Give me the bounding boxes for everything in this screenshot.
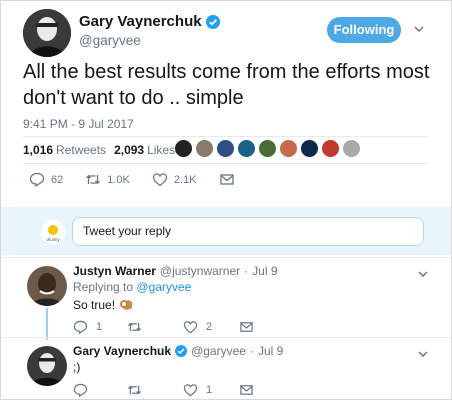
like-count: 2.1K	[173, 173, 197, 186]
reply-author-name[interactable]: Gary Vaynerchuk	[73, 344, 171, 358]
liker-avatar[interactable]	[279, 139, 298, 158]
reply-text: ;)	[73, 360, 81, 374]
message-action[interactable]	[239, 320, 254, 334]
reply-count: 1	[96, 321, 103, 333]
retweet-icon	[86, 174, 101, 185]
thread-connector	[46, 308, 48, 340]
like-count: 2	[206, 321, 213, 333]
liker-avatar[interactable]	[321, 139, 340, 158]
reply-author-avatar[interactable]	[27, 266, 67, 306]
retweets-count: 1,016	[23, 143, 54, 157]
like-action[interactable]: 2	[183, 320, 239, 334]
reply-tweet[interactable]: Justyn Warner @justynwarner · Jul 9 Repl…	[1, 257, 451, 340]
liker-avatar[interactable]	[174, 139, 193, 158]
heart-icon	[183, 321, 198, 334]
reply-icon	[29, 172, 45, 187]
heart-icon	[183, 384, 198, 397]
liker-avatar[interactable]	[195, 139, 214, 158]
envelope-icon	[240, 322, 253, 332]
liker-avatar[interactable]	[258, 139, 277, 158]
reply-date[interactable]: Jul 9	[252, 264, 277, 278]
reply-separator: ·	[249, 344, 254, 358]
retweet-icon	[127, 385, 142, 395]
reply-header: Gary Vaynerchuk @garyvee · Jul 9	[73, 344, 283, 358]
tweet-stats: 1,016 Retweets 2,093 Likes	[23, 140, 183, 160]
replying-to-prefix: Replying to	[73, 280, 134, 294]
heart-icon	[152, 173, 168, 187]
like-action[interactable]: 2.1K	[152, 172, 197, 187]
replying-to-link[interactable]: @garyvee	[136, 280, 191, 294]
reply-text-row: So true!	[73, 298, 133, 312]
reply-input[interactable]: Tweet your reply	[72, 217, 424, 246]
retweet-action[interactable]: 1.0K	[85, 172, 130, 187]
tweet-actions: 62 1.0K 2.1K	[29, 172, 257, 187]
ok-hand-emoji-icon	[120, 300, 132, 310]
reply-tweet[interactable]: Gary Vaynerchuk @garyvee · Jul 9 ;) 1	[1, 337, 451, 400]
reply-author-handle[interactable]: @garyvee	[191, 344, 246, 358]
reply-text-row: ;)	[73, 360, 80, 374]
reply-author-avatar[interactable]	[27, 346, 67, 386]
reply-action[interactable]: 1	[73, 320, 127, 334]
chevron-down-icon[interactable]	[413, 23, 425, 35]
replying-to: Replying to @garyvee	[73, 280, 191, 294]
tweet-timestamp[interactable]: 9:41 PM - 9 Jul 2017	[23, 117, 134, 131]
divider	[23, 136, 429, 137]
reply-header: Justyn Warner @justynwarner · Jul 9	[73, 264, 278, 278]
verified-badge-icon	[175, 345, 188, 357]
like-action[interactable]: 1	[183, 383, 239, 397]
retweets-label: Retweets	[56, 143, 107, 157]
likes-stat[interactable]: 2,093 Likes	[114, 143, 175, 157]
retweet-action[interactable]	[127, 320, 183, 334]
retweet-count: 1.0K	[107, 173, 130, 186]
current-user-avatar-text: drunity	[46, 237, 60, 242]
reply-author-handle[interactable]: @justynwarner	[160, 264, 240, 278]
reply-separator: ·	[244, 264, 249, 278]
reply-actions: 1	[73, 383, 254, 397]
retweet-action[interactable]	[127, 383, 183, 397]
liker-avatar[interactable]	[342, 139, 361, 158]
reply-action[interactable]	[73, 383, 127, 397]
liker-avatar[interactable]	[216, 139, 235, 158]
envelope-icon	[219, 174, 234, 185]
liker-avatar[interactable]	[300, 139, 319, 158]
likes-count: 2,093	[114, 143, 145, 157]
chevron-down-icon[interactable]	[417, 268, 429, 280]
tweet-text: All the best results come from the effor…	[23, 61, 430, 109]
author-name-row[interactable]: Gary Vaynerchuk	[79, 13, 220, 30]
reply-icon	[73, 320, 88, 334]
liker-avatar[interactable]	[237, 139, 256, 158]
reply-actions: 1 2	[73, 320, 254, 334]
current-user-avatar[interactable]: drunity	[41, 220, 65, 244]
reply-composer: drunity Tweet your reply	[1, 207, 451, 255]
reply-action[interactable]: 62	[29, 172, 63, 187]
reply-author-name[interactable]: Justyn Warner	[73, 264, 156, 278]
likers-avatars	[174, 139, 361, 158]
likes-label: Likes	[147, 143, 176, 157]
author-handle[interactable]: @garyvee	[79, 33, 220, 48]
chevron-down-icon[interactable]	[417, 348, 429, 360]
reply-text: So true!	[73, 298, 116, 312]
divider	[23, 163, 429, 164]
author-block: Gary Vaynerchuk @garyvee	[79, 13, 220, 48]
retweets-stat[interactable]: 1,016 Retweets	[23, 143, 106, 157]
reply-count: 62	[51, 173, 64, 186]
reply-icon	[73, 383, 88, 397]
message-action[interactable]	[239, 383, 254, 397]
author-avatar[interactable]	[23, 9, 71, 57]
verified-badge-icon	[205, 14, 220, 29]
tweet-header: Gary Vaynerchuk @garyvee Following	[1, 1, 451, 57]
like-count: 1	[206, 384, 213, 396]
message-action[interactable]	[219, 172, 235, 187]
retweet-icon	[127, 322, 142, 332]
following-button[interactable]: Following	[327, 17, 401, 43]
author-name[interactable]: Gary Vaynerchuk	[79, 13, 202, 30]
reply-date[interactable]: Jul 9	[258, 344, 283, 358]
envelope-icon	[240, 385, 253, 395]
